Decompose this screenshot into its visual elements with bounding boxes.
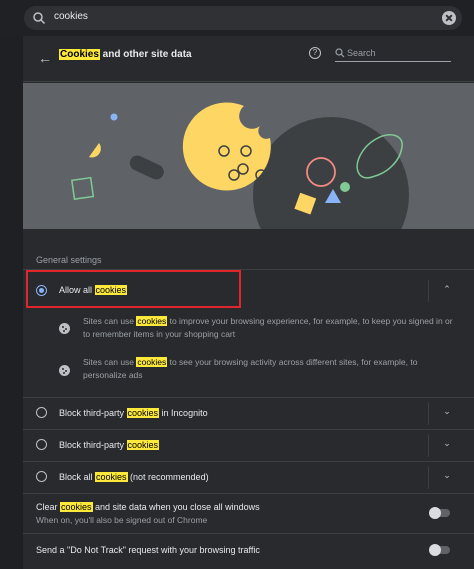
page-search-input[interactable]: Search: [335, 46, 451, 62]
cookies-illustration: [23, 83, 474, 229]
option-label-highlight: cookies: [95, 472, 128, 482]
settings-search-field[interactable]: cookies: [24, 6, 462, 30]
search-icon: [335, 48, 345, 58]
option-block-third-party-incognito[interactable]: Block third-party cookies in Incognito ⌄: [23, 397, 474, 429]
option-label-suffix: (not recommended): [127, 472, 209, 482]
chevron-down-icon[interactable]: ⌄: [442, 438, 452, 448]
back-arrow-icon[interactable]: ←: [35, 48, 55, 68]
option-block-third-party[interactable]: Block third-party cookies ⌄: [23, 429, 474, 461]
clear-on-exit-label: Clear cookies and site data when you clo…: [36, 502, 260, 512]
clear-on-exit-row[interactable]: Clear cookies and site data when you clo…: [23, 493, 474, 533]
divider: [428, 280, 429, 302]
radio-block-all-cookies[interactable]: [36, 471, 47, 482]
option-label-prefix: Block third-party: [59, 440, 127, 450]
cookie-icon: [59, 323, 70, 334]
title-highlight: Cookies: [59, 49, 100, 60]
detail-highlight: cookies: [136, 316, 168, 326]
detail-highlight: cookies: [136, 357, 168, 367]
clear-on-exit-toggle[interactable]: [429, 507, 450, 519]
do-not-track-row[interactable]: Send a "Do Not Track" request with your …: [23, 533, 474, 569]
cookies-settings-panel: ← Cookies and other site data ? Search G…: [23, 36, 474, 569]
title-rest: and other site data: [99, 49, 192, 60]
divider: [428, 435, 429, 457]
clear-label-prefix: Clear: [36, 502, 61, 512]
option-label-prefix: Block all: [59, 472, 96, 482]
chevron-up-icon[interactable]: ⌃: [442, 284, 452, 294]
option-label-suffix: in Incognito: [159, 408, 208, 418]
help-icon[interactable]: ?: [309, 47, 321, 59]
option-label: Block third-party cookies in Incognito: [59, 408, 208, 418]
cookies-illustration-art: [70, 102, 409, 229]
detail-text-1: Sites can use cookies to improve your br…: [83, 315, 453, 340]
detail-text-2: Sites can use cookies to see your browsi…: [83, 356, 453, 381]
do-not-track-toggle[interactable]: [429, 544, 450, 556]
annotation-highlight-box: [26, 270, 241, 308]
option-label: Block all cookies (not recommended): [59, 472, 209, 482]
clear-label-suffix: and site data when you close all windows: [92, 502, 260, 512]
clear-search-icon[interactable]: [442, 11, 456, 25]
option-block-all-cookies[interactable]: Block all cookies (not recommended) ⌄: [23, 461, 474, 493]
chevron-down-icon[interactable]: ⌄: [442, 406, 452, 416]
divider: [428, 403, 429, 425]
search-input[interactable]: cookies: [54, 11, 88, 22]
chevron-down-icon[interactable]: ⌄: [442, 470, 452, 480]
page-title: Cookies and other site data: [59, 49, 192, 60]
clear-label-highlight: cookies: [60, 502, 93, 512]
detail-prefix: Sites can use: [83, 316, 137, 326]
radio-block-third-party-incognito[interactable]: [36, 407, 47, 418]
option-label-prefix: Block third-party: [59, 408, 127, 418]
do-not-track-label: Send a "Do Not Track" request with your …: [36, 545, 260, 555]
page-search-placeholder: Search: [347, 48, 376, 58]
option-label-highlight: cookies: [126, 408, 160, 418]
page-header: ← Cookies and other site data ? Search: [23, 36, 474, 82]
clear-on-exit-sublabel: When on, you'll also be signed out of Ch…: [36, 515, 208, 525]
radio-block-third-party[interactable]: [36, 439, 47, 450]
search-icon: [33, 12, 46, 25]
option-label-highlight: cookies: [126, 440, 160, 450]
cookie-icon: [59, 365, 70, 376]
general-settings-heading: General settings: [36, 255, 102, 265]
divider: [428, 467, 429, 489]
detail-prefix: Sites can use: [83, 357, 137, 367]
option-label: Block third-party cookies: [59, 440, 160, 450]
settings-search-bar: cookies: [0, 0, 474, 36]
